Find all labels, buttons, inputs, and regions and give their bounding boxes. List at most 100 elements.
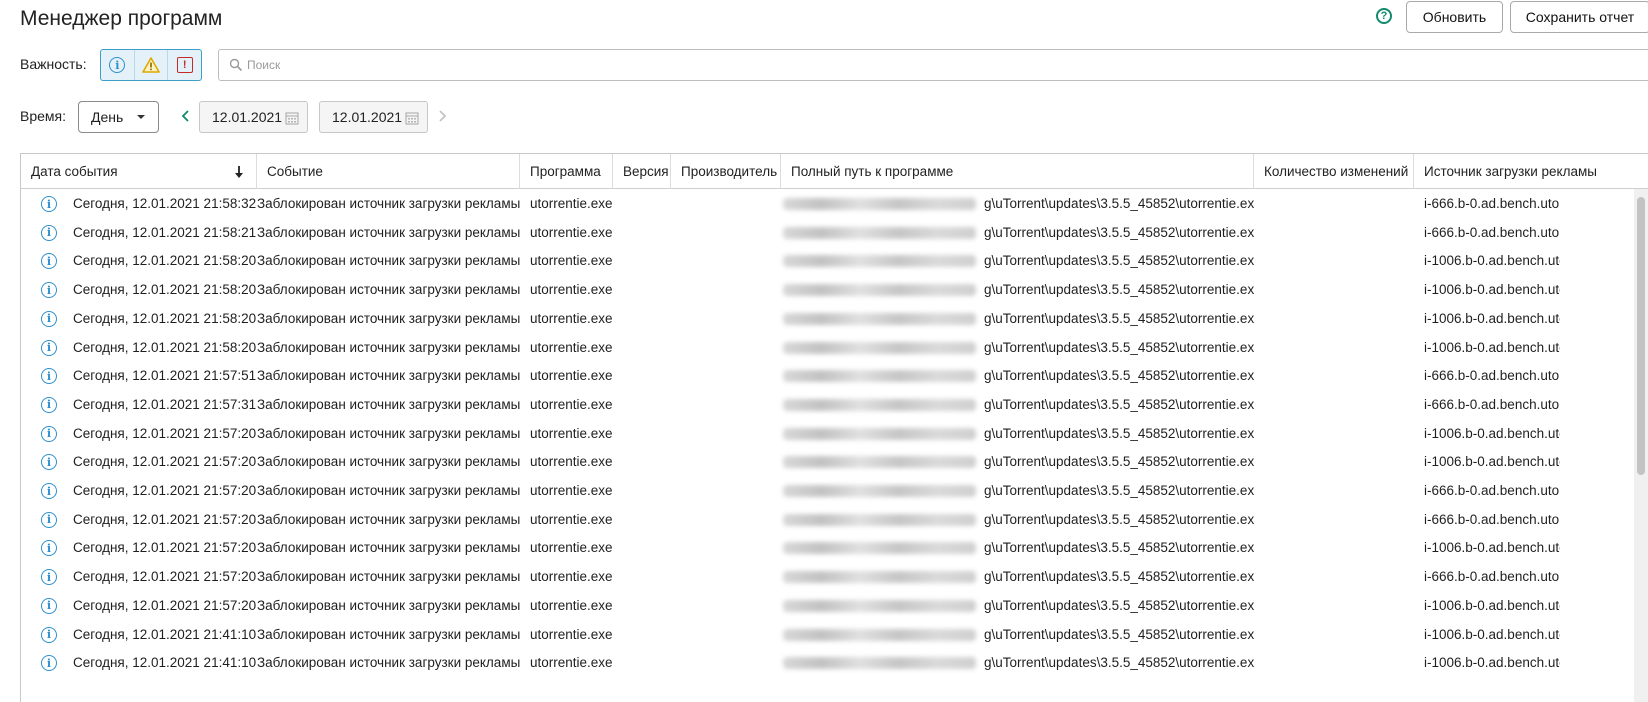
cell-program: utorrentie.exe [530, 253, 613, 269]
cell-source: i-666.b-0.ad.bench.utorrent.com [1424, 483, 1560, 498]
cell-version [623, 620, 671, 650]
cell-program: utorrentie.exe [530, 540, 613, 556]
cell-vendor [681, 533, 781, 563]
table-row[interactable]: i Сегодня, 12.01.2021 21:57:31 Заблокирова… [21, 390, 1621, 420]
scrollbar-thumb[interactable] [1637, 197, 1645, 475]
cell-path: g\uTorrent\updates\3.5.5_45852\utorrenti… [984, 425, 1254, 441]
cell-source: i-1006.b-0.ad.bench.utorrent.com [1424, 310, 1560, 326]
table-row[interactable]: i Сегодня, 12.01.2021 21:58:20 Заблокирова… [21, 275, 1621, 305]
table-row[interactable]: i Сегодня, 12.01.2021 21:57:20 Заблокирова… [21, 419, 1621, 449]
cell-version [623, 447, 671, 477]
table-row[interactable]: i Сегодня, 12.01.2021 21:41:10 Заблокирова… [21, 620, 1621, 650]
cell-path: g\uTorrent\updates\3.5.5_45852\utorrenti… [984, 253, 1254, 269]
cell-path: g\uTorrent\updates\3.5.5_45852\utorrenti… [984, 282, 1254, 298]
info-icon: i [41, 540, 57, 557]
cell-event: Заблокирован источник загрузки рекламы [257, 310, 520, 326]
cell-event: Заблокирован источник загрузки рекламы [257, 339, 520, 355]
column-header-version[interactable]: Версия [613, 154, 671, 189]
cell-version [623, 648, 671, 678]
cell-vendor [681, 591, 781, 621]
cell-event: Заблокирован источник загрузки рекламы [257, 511, 520, 527]
redacted-path-prefix [783, 456, 976, 469]
vertical-scrollbar[interactable] [1634, 189, 1648, 702]
cell-program: utorrentie.exe [530, 569, 613, 585]
cell-changes [1264, 648, 1414, 678]
cell-path: g\uTorrent\updates\3.5.5_45852\utorrenti… [984, 339, 1254, 355]
redacted-path-prefix [783, 657, 976, 670]
date-to-field[interactable]: 12.01.2021 [319, 101, 428, 133]
cell-version [623, 562, 671, 592]
cell-program: utorrentie.exe [530, 655, 613, 671]
info-icon: i [41, 569, 57, 586]
cell-changes [1264, 361, 1414, 391]
time-label: Время: [20, 108, 67, 124]
save-report-button[interactable]: Сохранить отчет [1510, 1, 1648, 33]
cell-version [623, 246, 671, 276]
table-row[interactable]: i Сегодня, 12.01.2021 21:57:20 Заблокирова… [21, 505, 1621, 535]
page-title: Менеджер программ [20, 7, 223, 30]
calendar-icon[interactable] [405, 111, 419, 125]
cell-version [623, 476, 671, 506]
cell-version [623, 505, 671, 535]
info-icon: i [41, 339, 57, 356]
cell-date: Сегодня, 12.01.2021 21:58:20 [73, 339, 257, 355]
column-header-date[interactable]: Дата события [21, 154, 257, 189]
cell-changes [1264, 275, 1414, 305]
sort-desc-icon [235, 166, 243, 178]
cell-program: utorrentie.exe [530, 626, 613, 642]
chevron-right-icon[interactable] [437, 109, 447, 123]
table-row[interactable]: i Сегодня, 12.01.2021 21:57:51 Заблокирова… [21, 361, 1621, 391]
help-icon[interactable]: ? [1376, 8, 1392, 24]
cell-version [623, 189, 671, 219]
column-header-vendor[interactable]: Производитель [671, 154, 781, 189]
column-header-ad-source[interactable]: Источник загрузки рекламы [1414, 154, 1648, 189]
period-select[interactable]: День [78, 101, 159, 133]
cell-event: Заблокирован источник загрузки рекламы [257, 368, 520, 384]
table-row[interactable]: i Сегодня, 12.01.2021 21:58:21 Заблокирова… [21, 218, 1621, 248]
table-row[interactable]: i Сегодня, 12.01.2021 21:58:20 Заблокирова… [21, 304, 1621, 334]
table-row[interactable]: i Сегодня, 12.01.2021 21:57:20 Заблокирова… [21, 562, 1621, 592]
chevron-left-icon[interactable] [181, 109, 191, 123]
calendar-icon[interactable] [285, 111, 299, 125]
column-header-path[interactable]: Полный путь к программе [781, 154, 1254, 189]
cell-event: Заблокирован источник загрузки рекламы [257, 540, 520, 556]
severity-warning-toggle[interactable] [135, 50, 169, 80]
cell-path: g\uTorrent\updates\3.5.5_45852\utorrenti… [984, 483, 1254, 498]
table-row[interactable]: i Сегодня, 12.01.2021 21:57:20 Заблокирова… [21, 447, 1621, 477]
cell-path: g\uTorrent\updates\3.5.5_45852\utorrenti… [984, 626, 1254, 642]
table-row[interactable]: i Сегодня, 12.01.2021 21:57:20 Заблокирова… [21, 591, 1621, 621]
cell-path: g\uTorrent\updates\3.5.5_45852\utorrenti… [984, 597, 1254, 613]
table-row[interactable]: i Сегодня, 12.01.2021 21:57:20 Заблокирова… [21, 476, 1621, 506]
cell-event: Заблокирован источник загрузки рекламы [257, 425, 520, 441]
cell-vendor [681, 505, 781, 535]
cell-program: utorrentie.exe [530, 339, 613, 355]
column-header-changes[interactable]: Количество изменений [1254, 154, 1414, 189]
column-header-event[interactable]: Событие [257, 154, 520, 189]
table-row[interactable]: i Сегодня, 12.01.2021 21:41:10 Заблокирова… [21, 648, 1621, 678]
severity-filter: i ! [100, 49, 202, 81]
info-icon: i [41, 626, 57, 643]
refresh-button[interactable]: Обновить [1406, 1, 1503, 33]
table-row[interactable]: i Сегодня, 12.01.2021 21:58:20 Заблокирова… [21, 333, 1621, 363]
table-row[interactable]: i Сегодня, 12.01.2021 21:58:20 Заблокирова… [21, 246, 1621, 276]
search-input[interactable] [247, 58, 647, 72]
cell-path: g\uTorrent\updates\3.5.5_45852\utorrenti… [984, 310, 1254, 326]
redacted-path-prefix [783, 628, 976, 641]
cell-vendor [681, 562, 781, 592]
date-from-field[interactable]: 12.01.2021 [199, 101, 308, 133]
cell-event: Заблокирован источник загрузки рекламы [257, 626, 520, 642]
cell-source: i-666.b-0.ad.bench.utorrent.com [1424, 368, 1560, 384]
cell-vendor [681, 275, 781, 305]
severity-info-toggle[interactable]: i [101, 50, 135, 80]
severity-error-toggle[interactable]: ! [168, 50, 201, 80]
cell-program: utorrentie.exe [530, 196, 613, 211]
table-row[interactable]: i Сегодня, 12.01.2021 21:57:20 Заблокирова… [21, 533, 1621, 563]
table-row[interactable]: i Сегодня, 12.01.2021 21:58:32 Заблокирова… [21, 189, 1621, 219]
cell-event: Заблокирован источник загрузки рекламы [257, 454, 520, 470]
cell-program: utorrentie.exe [530, 597, 613, 613]
redacted-path-prefix [783, 312, 976, 325]
table-header: Дата события Событие Программа Версия Пр… [21, 154, 1648, 189]
column-header-program[interactable]: Программа [520, 154, 613, 189]
cell-source: i-1006.b-0.ad.bench.utorrent.com [1424, 454, 1560, 470]
cell-vendor [681, 333, 781, 363]
